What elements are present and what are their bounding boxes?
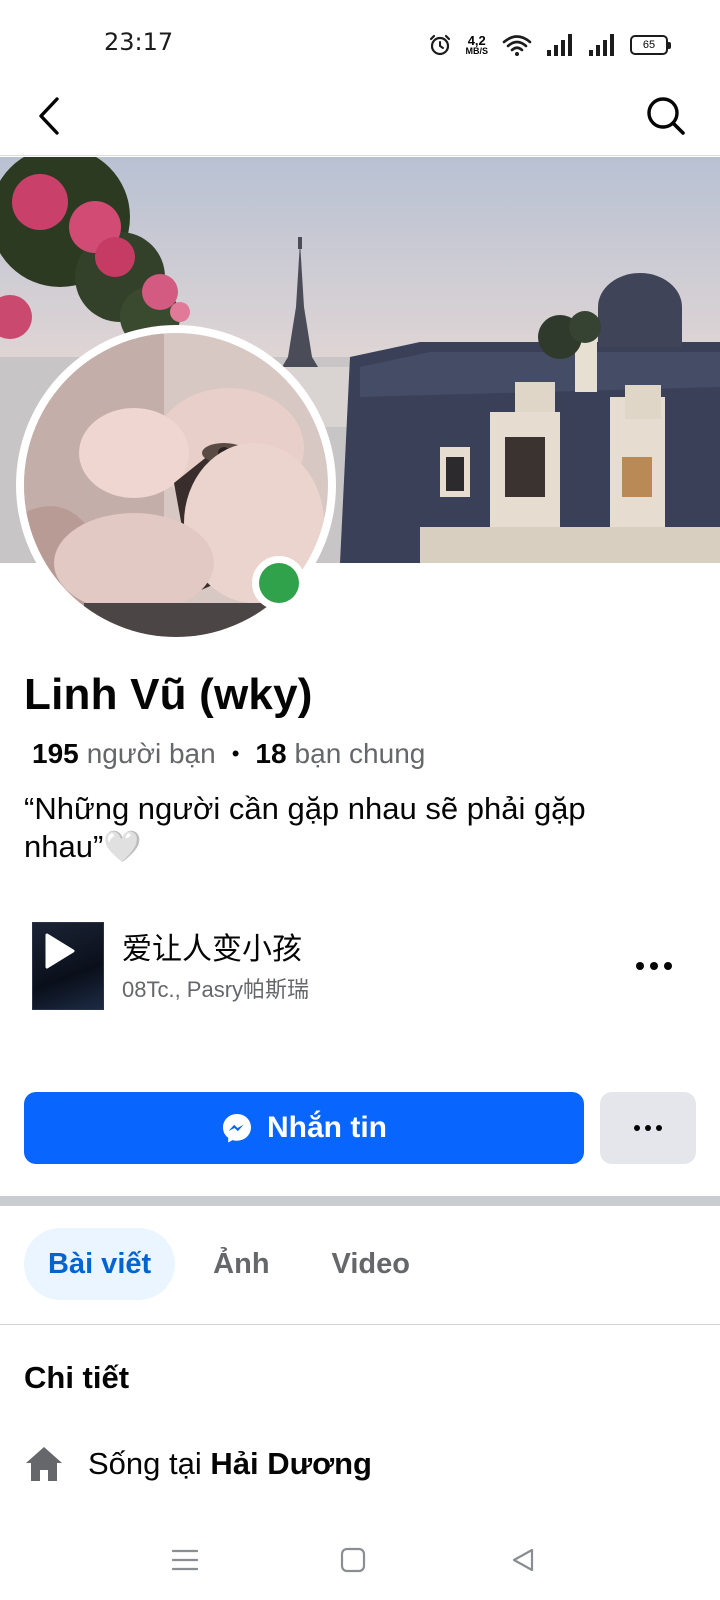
friends-count: 195: [32, 738, 79, 769]
tabs-divider: [0, 1324, 720, 1325]
friends-summary[interactable]: 195 người bạn • 18 bạn chung: [32, 738, 425, 770]
square-icon: [340, 1547, 366, 1573]
top-nav: [0, 80, 720, 156]
status-time: 23:17: [104, 28, 174, 56]
music-more-button[interactable]: [630, 946, 678, 986]
home-icon: [26, 1447, 62, 1481]
system-navigation-bar: [0, 1510, 720, 1600]
tab-videos[interactable]: Video: [308, 1228, 434, 1300]
profile-name: Linh Vũ (wky): [24, 670, 313, 719]
home-button[interactable]: [333, 1540, 373, 1580]
system-back-button[interactable]: [503, 1540, 543, 1580]
messenger-icon: [223, 1114, 251, 1143]
detail-text: Sống tại Hải Dương: [88, 1446, 372, 1482]
song-title: 爱让人变小孩: [122, 932, 302, 967]
album-art[interactable]: [32, 922, 104, 1010]
mutual-friends-label: bạn chung: [294, 738, 426, 769]
section-divider: [0, 1196, 720, 1206]
recent-apps-button[interactable]: [165, 1540, 205, 1580]
friends-label: người bạn: [86, 738, 216, 769]
profile-tabs: Bài viết Ảnh Video: [24, 1228, 434, 1300]
online-status-indicator: [252, 556, 306, 610]
song-artist: 08Tc., Pasry帕斯瑞: [122, 977, 310, 1002]
back-icon: [39, 97, 59, 135]
message-button-label: Nhắn tin: [267, 1111, 387, 1144]
tab-photos[interactable]: Ảnh: [189, 1228, 293, 1300]
profile-music[interactable]: 爱让人变小孩 08Tc., Pasry帕斯瑞: [24, 922, 696, 1012]
alarm-icon: [429, 34, 450, 56]
status-bar: 23:17 4,2 MB/S 65: [0, 0, 720, 80]
online-dot: [259, 563, 299, 603]
profile-bio: “Những người cần gặp nhau sẽ phải gặp nh…: [24, 791, 586, 864]
status-icons: 4,2 MB/S 65: [428, 30, 671, 60]
net-speed-unit: MB/S: [465, 46, 489, 56]
back-button[interactable]: [26, 92, 74, 140]
message-button[interactable]: Nhắn tin: [24, 1092, 584, 1164]
wifi-icon: [502, 35, 532, 56]
net-speed: 4,2 MB/S: [466, 34, 489, 56]
menu-icon: [172, 1549, 198, 1571]
more-icon: [636, 962, 644, 970]
battery-icon: 65: [630, 35, 671, 55]
play-icon: [45, 933, 75, 969]
back-triangle-icon: [512, 1548, 534, 1572]
more-icon: [634, 1125, 640, 1131]
more-options-button[interactable]: [600, 1092, 696, 1164]
mutual-friends-count: 18: [255, 738, 287, 769]
signal-icon: [547, 34, 572, 56]
lives-place: Hải Dương: [210, 1446, 372, 1481]
search-icon: [647, 97, 685, 135]
detail-lives-in: Sống tại Hải Dương: [24, 1444, 372, 1484]
lives-prefix: Sống tại: [88, 1446, 202, 1481]
search-button[interactable]: [642, 92, 690, 140]
separator-dot: •: [231, 741, 240, 766]
details-title: Chi tiết: [24, 1360, 130, 1395]
tab-posts[interactable]: Bài viết: [24, 1228, 176, 1300]
signal-icon: [589, 34, 614, 56]
